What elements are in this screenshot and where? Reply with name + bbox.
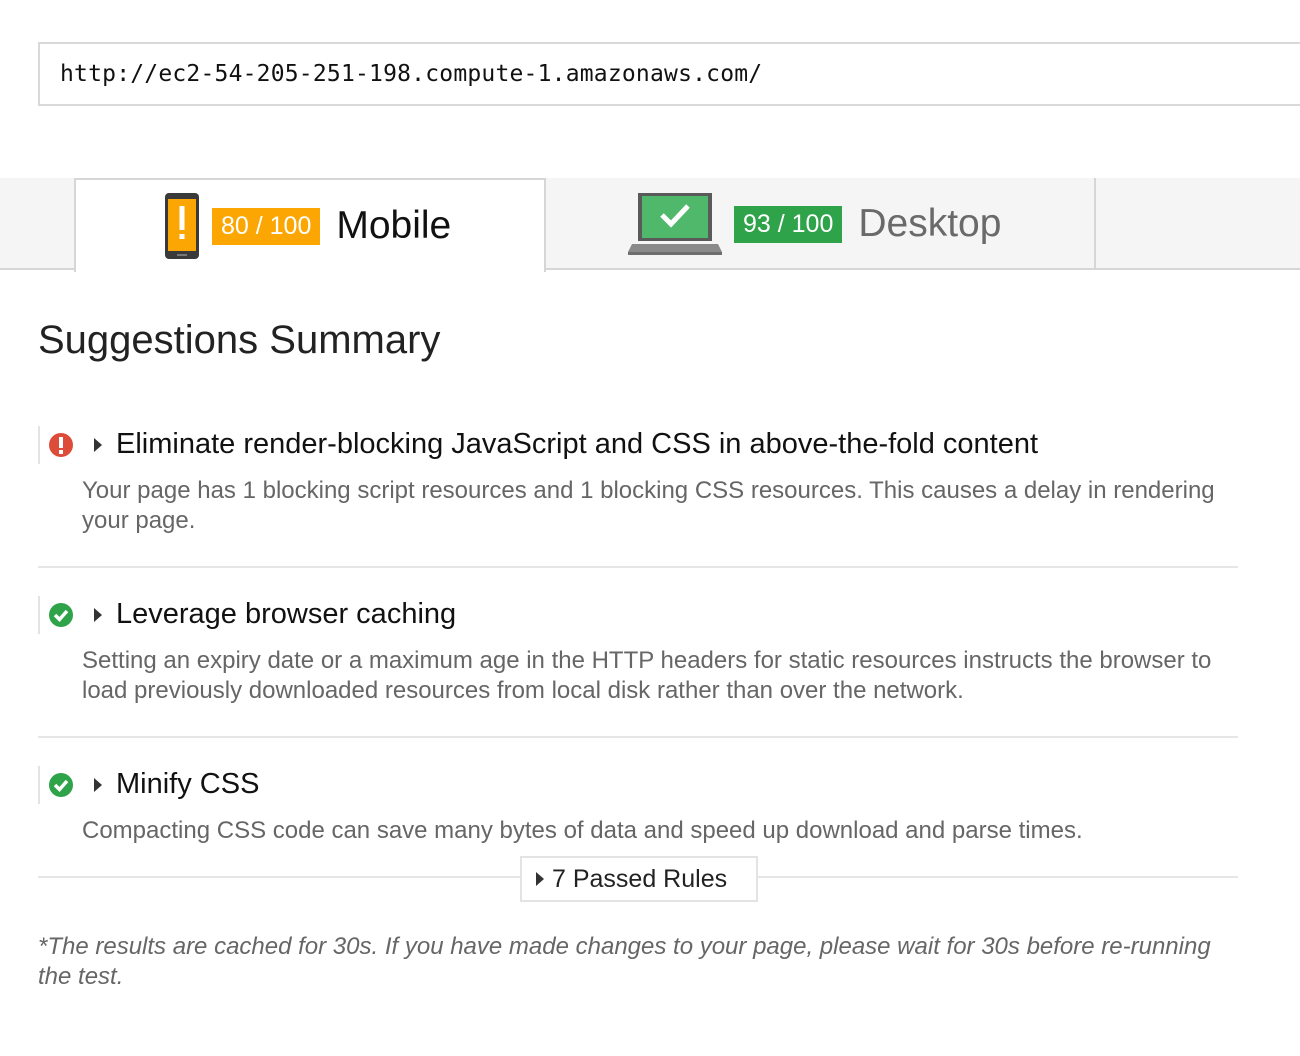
passed-rules-label: 7 Passed Rules [552, 864, 728, 893]
tab-desktop[interactable]: 93 / 100 Desktop [546, 178, 1096, 270]
tab-mobile-label: Mobile [336, 204, 452, 247]
rule-description: Setting an expiry date or a maximum age … [82, 647, 1212, 704]
expand-arrow-icon[interactable] [94, 778, 102, 792]
error-circle-icon [49, 433, 73, 457]
rule-description: Compacting CSS code can save many bytes … [82, 817, 1083, 844]
tab-mobile[interactable]: 80 / 100 Mobile [74, 178, 546, 272]
check-circle-icon [49, 603, 73, 627]
check-circle-icon [49, 773, 73, 797]
expand-arrow-icon [536, 872, 544, 886]
laptop-check-icon [628, 193, 722, 255]
rule-description: Your page has 1 blocking script resource… [82, 477, 1215, 534]
desktop-score-badge: 93 / 100 [734, 205, 843, 243]
expand-arrow-icon[interactable] [94, 608, 102, 622]
device-tabs: 80 / 100 Mobile 93 / 100 Desktop [0, 178, 1300, 272]
mobile-warning-icon [165, 193, 199, 259]
rule-title[interactable]: Minify CSS [116, 766, 259, 802]
url-bar[interactable] [38, 42, 1300, 106]
rule-bar [38, 426, 40, 464]
rule-bar [38, 596, 40, 634]
rule-divider [38, 736, 1238, 738]
mobile-score-badge: 80 / 100 [212, 207, 321, 245]
expand-arrow-icon[interactable] [94, 438, 102, 452]
url-input[interactable] [58, 60, 1300, 88]
rule-bar [38, 766, 40, 804]
cache-footnote: *The results are cached for 30s. If you … [38, 933, 1211, 990]
rule-title[interactable]: Leverage browser caching [116, 596, 456, 632]
rule-title[interactable]: Eliminate render-blocking JavaScript and… [116, 426, 1038, 462]
passed-rules-button[interactable]: 7 Passed Rules [520, 856, 758, 902]
suggestions-summary-title: Suggestions Summary [38, 318, 441, 362]
rule-divider [38, 566, 1238, 568]
tab-desktop-label: Desktop [858, 202, 1002, 245]
